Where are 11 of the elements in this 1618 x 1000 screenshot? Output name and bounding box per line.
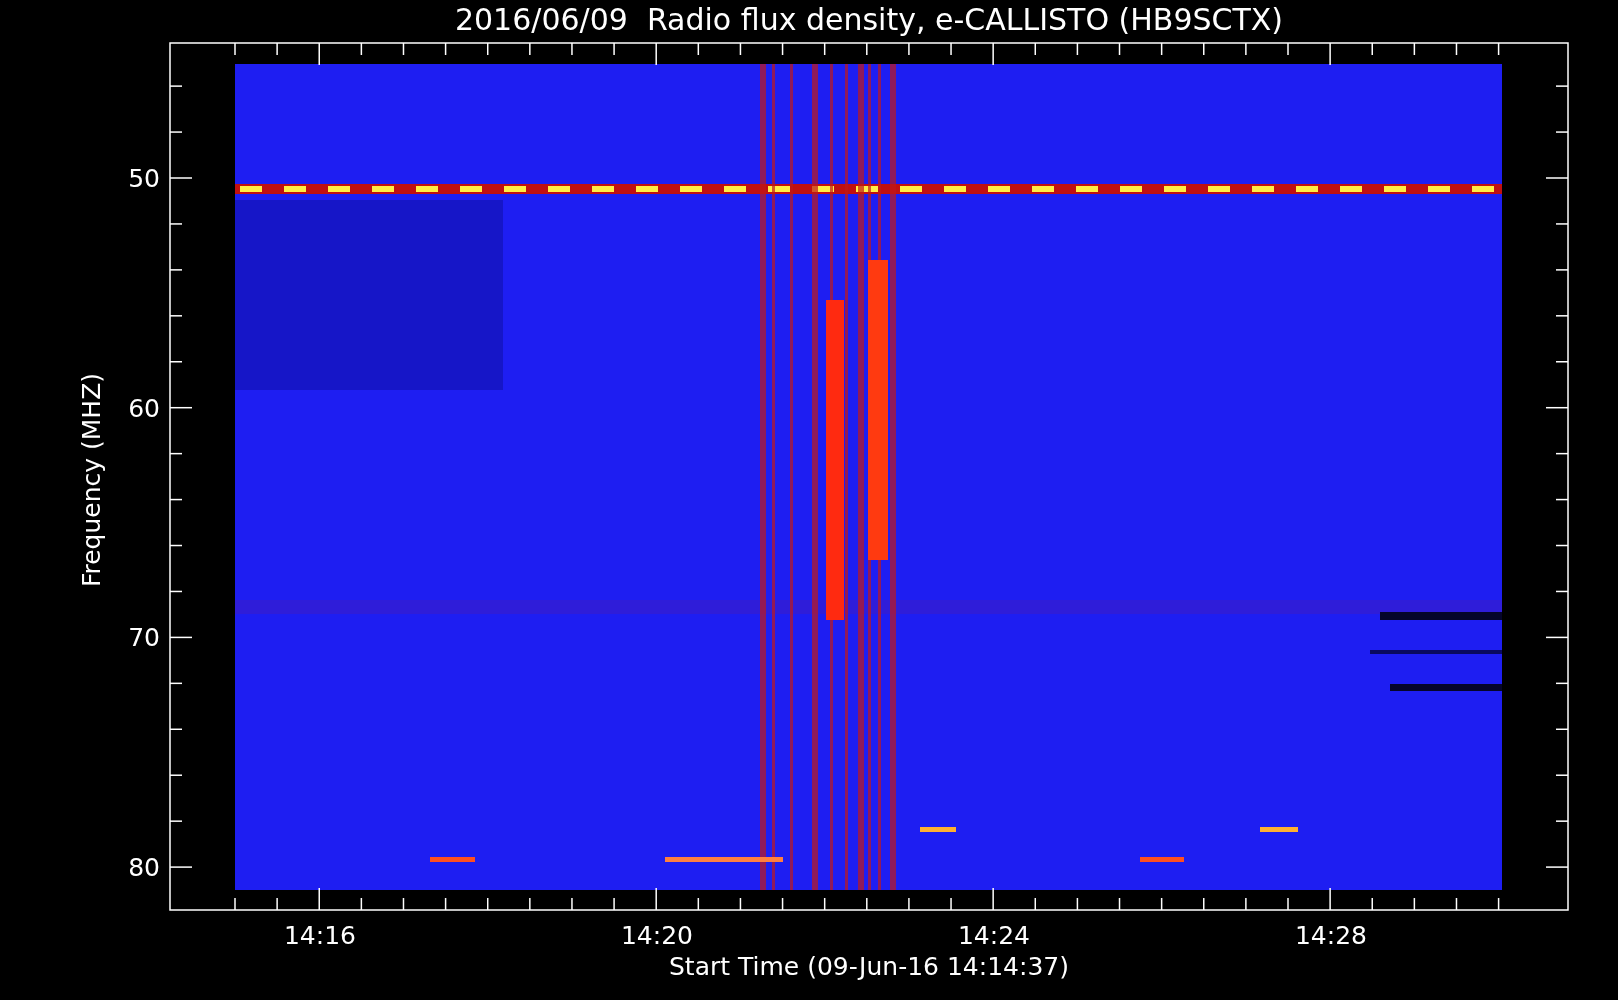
y-tick-label: 80 — [128, 853, 160, 883]
x-tick-label: 14:24 — [958, 921, 1030, 950]
x-tick-label: 14:20 — [621, 921, 693, 950]
x-tick-label: 14:28 — [1295, 921, 1367, 950]
x-tick-label: 14:16 — [284, 921, 356, 950]
y-axis-label: Frequency (MHZ) — [77, 372, 106, 588]
x-axis-label: Start Time (09-Jun-16 14:14:37) — [669, 952, 1069, 981]
y-tick-label: 50 — [128, 164, 160, 193]
y-tick-label: 60 — [128, 393, 160, 423]
chart-title: 2016/06/09 Radio flux density, e-CALLISTO (HB9SCTX) — [454, 2, 1284, 37]
y-tick-label: 70 — [128, 623, 160, 653]
